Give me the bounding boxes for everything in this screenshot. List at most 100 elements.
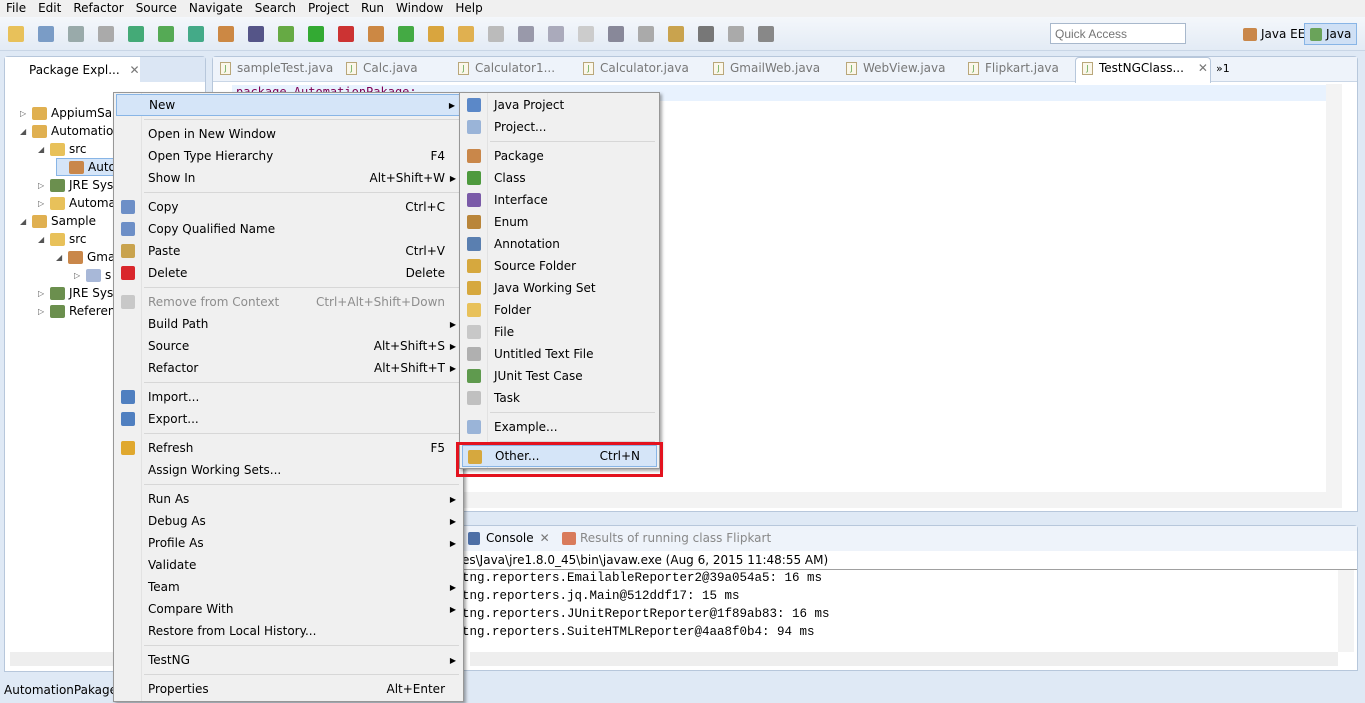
close-icon[interactable]: ✕ xyxy=(129,63,139,77)
menu-item-open-type-hierarchy[interactable]: Open Type Hierarchy F4 xyxy=(116,145,461,167)
menu-item-open-in-new-window[interactable]: Open in New Window xyxy=(116,123,461,145)
menu-search[interactable]: Search xyxy=(249,0,302,17)
menu-item-copy[interactable]: Copy Ctrl+C xyxy=(116,196,461,218)
menu-navigate[interactable]: Navigate xyxy=(183,0,249,17)
perspective-java[interactable]: Java xyxy=(1304,23,1358,45)
tree-item[interactable]: ◢ Automation xyxy=(20,122,121,140)
menu-item-junit-test-case[interactable]: JUnit Test Case xyxy=(462,365,657,387)
menu-item-java-working-set[interactable]: Java Working Set xyxy=(462,277,657,299)
tree-item[interactable]: Auto xyxy=(56,158,117,176)
tree-item[interactable]: ▷ s xyxy=(74,266,111,284)
perspective-java-ee[interactable]: Java EE xyxy=(1238,23,1310,45)
toolbar-button-icon[interactable] xyxy=(548,26,564,42)
menu-edit[interactable]: Edit xyxy=(32,0,67,17)
menu-item-export[interactable]: Export... xyxy=(116,408,461,430)
menu-item-new[interactable]: New ▶ xyxy=(116,94,461,116)
expand-icon[interactable]: ▷ xyxy=(20,109,28,118)
menu-item-profile-as[interactable]: Profile As ▶ xyxy=(116,532,461,554)
menu-item-compare-with[interactable]: Compare With ▶ xyxy=(116,598,461,620)
toolbar-button-icon[interactable] xyxy=(68,26,84,42)
menu-item-properties[interactable]: Properties Alt+Enter xyxy=(116,678,461,700)
tab-console[interactable]: Console ✕ xyxy=(468,531,550,545)
menu-item-team[interactable]: Team ▶ xyxy=(116,576,461,598)
menu-item-example[interactable]: Example... xyxy=(462,416,657,438)
tab-calculator-java[interactable]: J Calculator.java xyxy=(583,61,689,75)
tab-flipkart-java[interactable]: J Flipkart.java xyxy=(968,61,1059,75)
toolbar-button-icon[interactable] xyxy=(578,26,594,42)
menu-item-java-project[interactable]: Java Project xyxy=(462,94,657,116)
collapse-icon[interactable]: ◢ xyxy=(20,127,28,136)
expand-icon[interactable]: ▷ xyxy=(38,199,46,208)
toolbar-button-icon[interactable] xyxy=(668,26,684,42)
menu-item-run-as[interactable]: Run As ▶ xyxy=(116,488,461,510)
menu-file[interactable]: File xyxy=(0,0,32,17)
tab-testng-results[interactable]: Results of running class Flipkart xyxy=(562,531,771,545)
tab-overflow[interactable]: »1 xyxy=(1216,62,1230,75)
menu-refactor[interactable]: Refactor xyxy=(67,0,129,17)
collapse-icon[interactable]: ◢ xyxy=(38,145,46,154)
tab-calculator1[interactable]: J Calculator1... xyxy=(458,61,555,75)
menu-item-refactor[interactable]: Refactor Alt+Shift+T ▶ xyxy=(116,357,461,379)
menu-item-delete[interactable]: Delete Delete xyxy=(116,262,461,284)
menu-item-copy-qualified-name[interactable]: Copy Qualified Name xyxy=(116,218,461,240)
menu-item-restore-from-local-history[interactable]: Restore from Local History... xyxy=(116,620,461,642)
toolbar-button-icon[interactable] xyxy=(758,26,774,42)
toolbar-button-icon[interactable] xyxy=(278,26,294,42)
close-icon[interactable]: ✕ xyxy=(1198,61,1208,75)
menu-item-validate[interactable]: Validate xyxy=(116,554,461,576)
menu-item-show-in[interactable]: Show In Alt+Shift+W ▶ xyxy=(116,167,461,189)
close-icon[interactable]: ✕ xyxy=(540,531,550,545)
menu-help[interactable]: Help xyxy=(449,0,488,17)
menu-item-build-path[interactable]: Build Path ▶ xyxy=(116,313,461,335)
menu-item-paste[interactable]: Paste Ctrl+V xyxy=(116,240,461,262)
toolbar-button-icon[interactable] xyxy=(428,26,444,42)
toolbar-button-icon[interactable] xyxy=(368,26,384,42)
tree-item[interactable]: ◢ Gma xyxy=(56,248,115,266)
quick-access-input[interactable] xyxy=(1050,23,1186,44)
menu-item-task[interactable]: Task xyxy=(462,387,657,409)
tree-item[interactable]: ▷ AppiumSar xyxy=(20,104,117,122)
menu-item-source-folder[interactable]: Source Folder xyxy=(462,255,657,277)
toolbar-button-icon[interactable] xyxy=(218,26,234,42)
tab-gmailweb-java[interactable]: J GmailWeb.java xyxy=(713,61,820,75)
toolbar-button-icon[interactable] xyxy=(518,26,534,42)
collapse-icon[interactable]: ◢ xyxy=(38,235,46,244)
collapse-icon[interactable]: ◢ xyxy=(20,217,28,226)
menu-item-enum[interactable]: Enum xyxy=(462,211,657,233)
toolbar-button-icon[interactable] xyxy=(608,26,624,42)
expand-icon[interactable]: ▷ xyxy=(74,271,82,280)
tree-item[interactable]: ▷ Referen xyxy=(38,302,115,320)
tab-testngclass[interactable]: J TestNGClass... ✕ xyxy=(1082,61,1208,75)
tab-sampletest-java[interactable]: JsampleTest.java xyxy=(220,61,333,75)
menu-item-debug-as[interactable]: Debug As ▶ xyxy=(116,510,461,532)
expand-icon[interactable]: ▷ xyxy=(38,289,46,298)
console-horizontal-scrollbar[interactable] xyxy=(470,652,1338,666)
toolbar-button-icon[interactable] xyxy=(8,26,24,42)
menu-item-refresh[interactable]: Refresh F5 xyxy=(116,437,461,459)
tree-item[interactable]: ◢ src xyxy=(38,140,87,158)
menu-item-assign-working-sets[interactable]: Assign Working Sets... xyxy=(116,459,461,481)
toolbar-button-icon[interactable] xyxy=(698,26,714,42)
toolbar-button-icon[interactable] xyxy=(98,26,114,42)
menu-item-package[interactable]: Package xyxy=(462,145,657,167)
tree-item[interactable]: ◢ Sample xyxy=(20,212,96,230)
collapse-icon[interactable]: ◢ xyxy=(56,253,64,262)
toolbar-button-icon[interactable] xyxy=(458,26,474,42)
menu-project[interactable]: Project xyxy=(302,0,355,17)
menu-item-project[interactable]: Project... xyxy=(462,116,657,138)
menu-item-source[interactable]: Source Alt+Shift+S ▶ xyxy=(116,335,461,357)
menu-item-untitled-text-file[interactable]: Untitled Text File xyxy=(462,343,657,365)
toolbar-button-icon[interactable] xyxy=(158,26,174,42)
menu-item-testng[interactable]: TestNG ▶ xyxy=(116,649,461,671)
menu-window[interactable]: Window xyxy=(390,0,449,17)
menu-item-folder[interactable]: Folder xyxy=(462,299,657,321)
tab-calc-java[interactable]: J Calc.java xyxy=(346,61,418,75)
toolbar-button-icon[interactable] xyxy=(308,26,324,42)
menu-source[interactable]: Source xyxy=(130,0,183,17)
menu-item-import[interactable]: Import... xyxy=(116,386,461,408)
tab-webview-java[interactable]: J WebView.java xyxy=(846,61,946,75)
toolbar-button-icon[interactable] xyxy=(338,26,354,42)
tree-item[interactable]: ▷ JRE Syst xyxy=(38,284,118,302)
tab-package-explorer[interactable]: Package Expl... ✕ xyxy=(5,57,140,82)
tree-item[interactable]: ▷ Automa xyxy=(38,194,116,212)
